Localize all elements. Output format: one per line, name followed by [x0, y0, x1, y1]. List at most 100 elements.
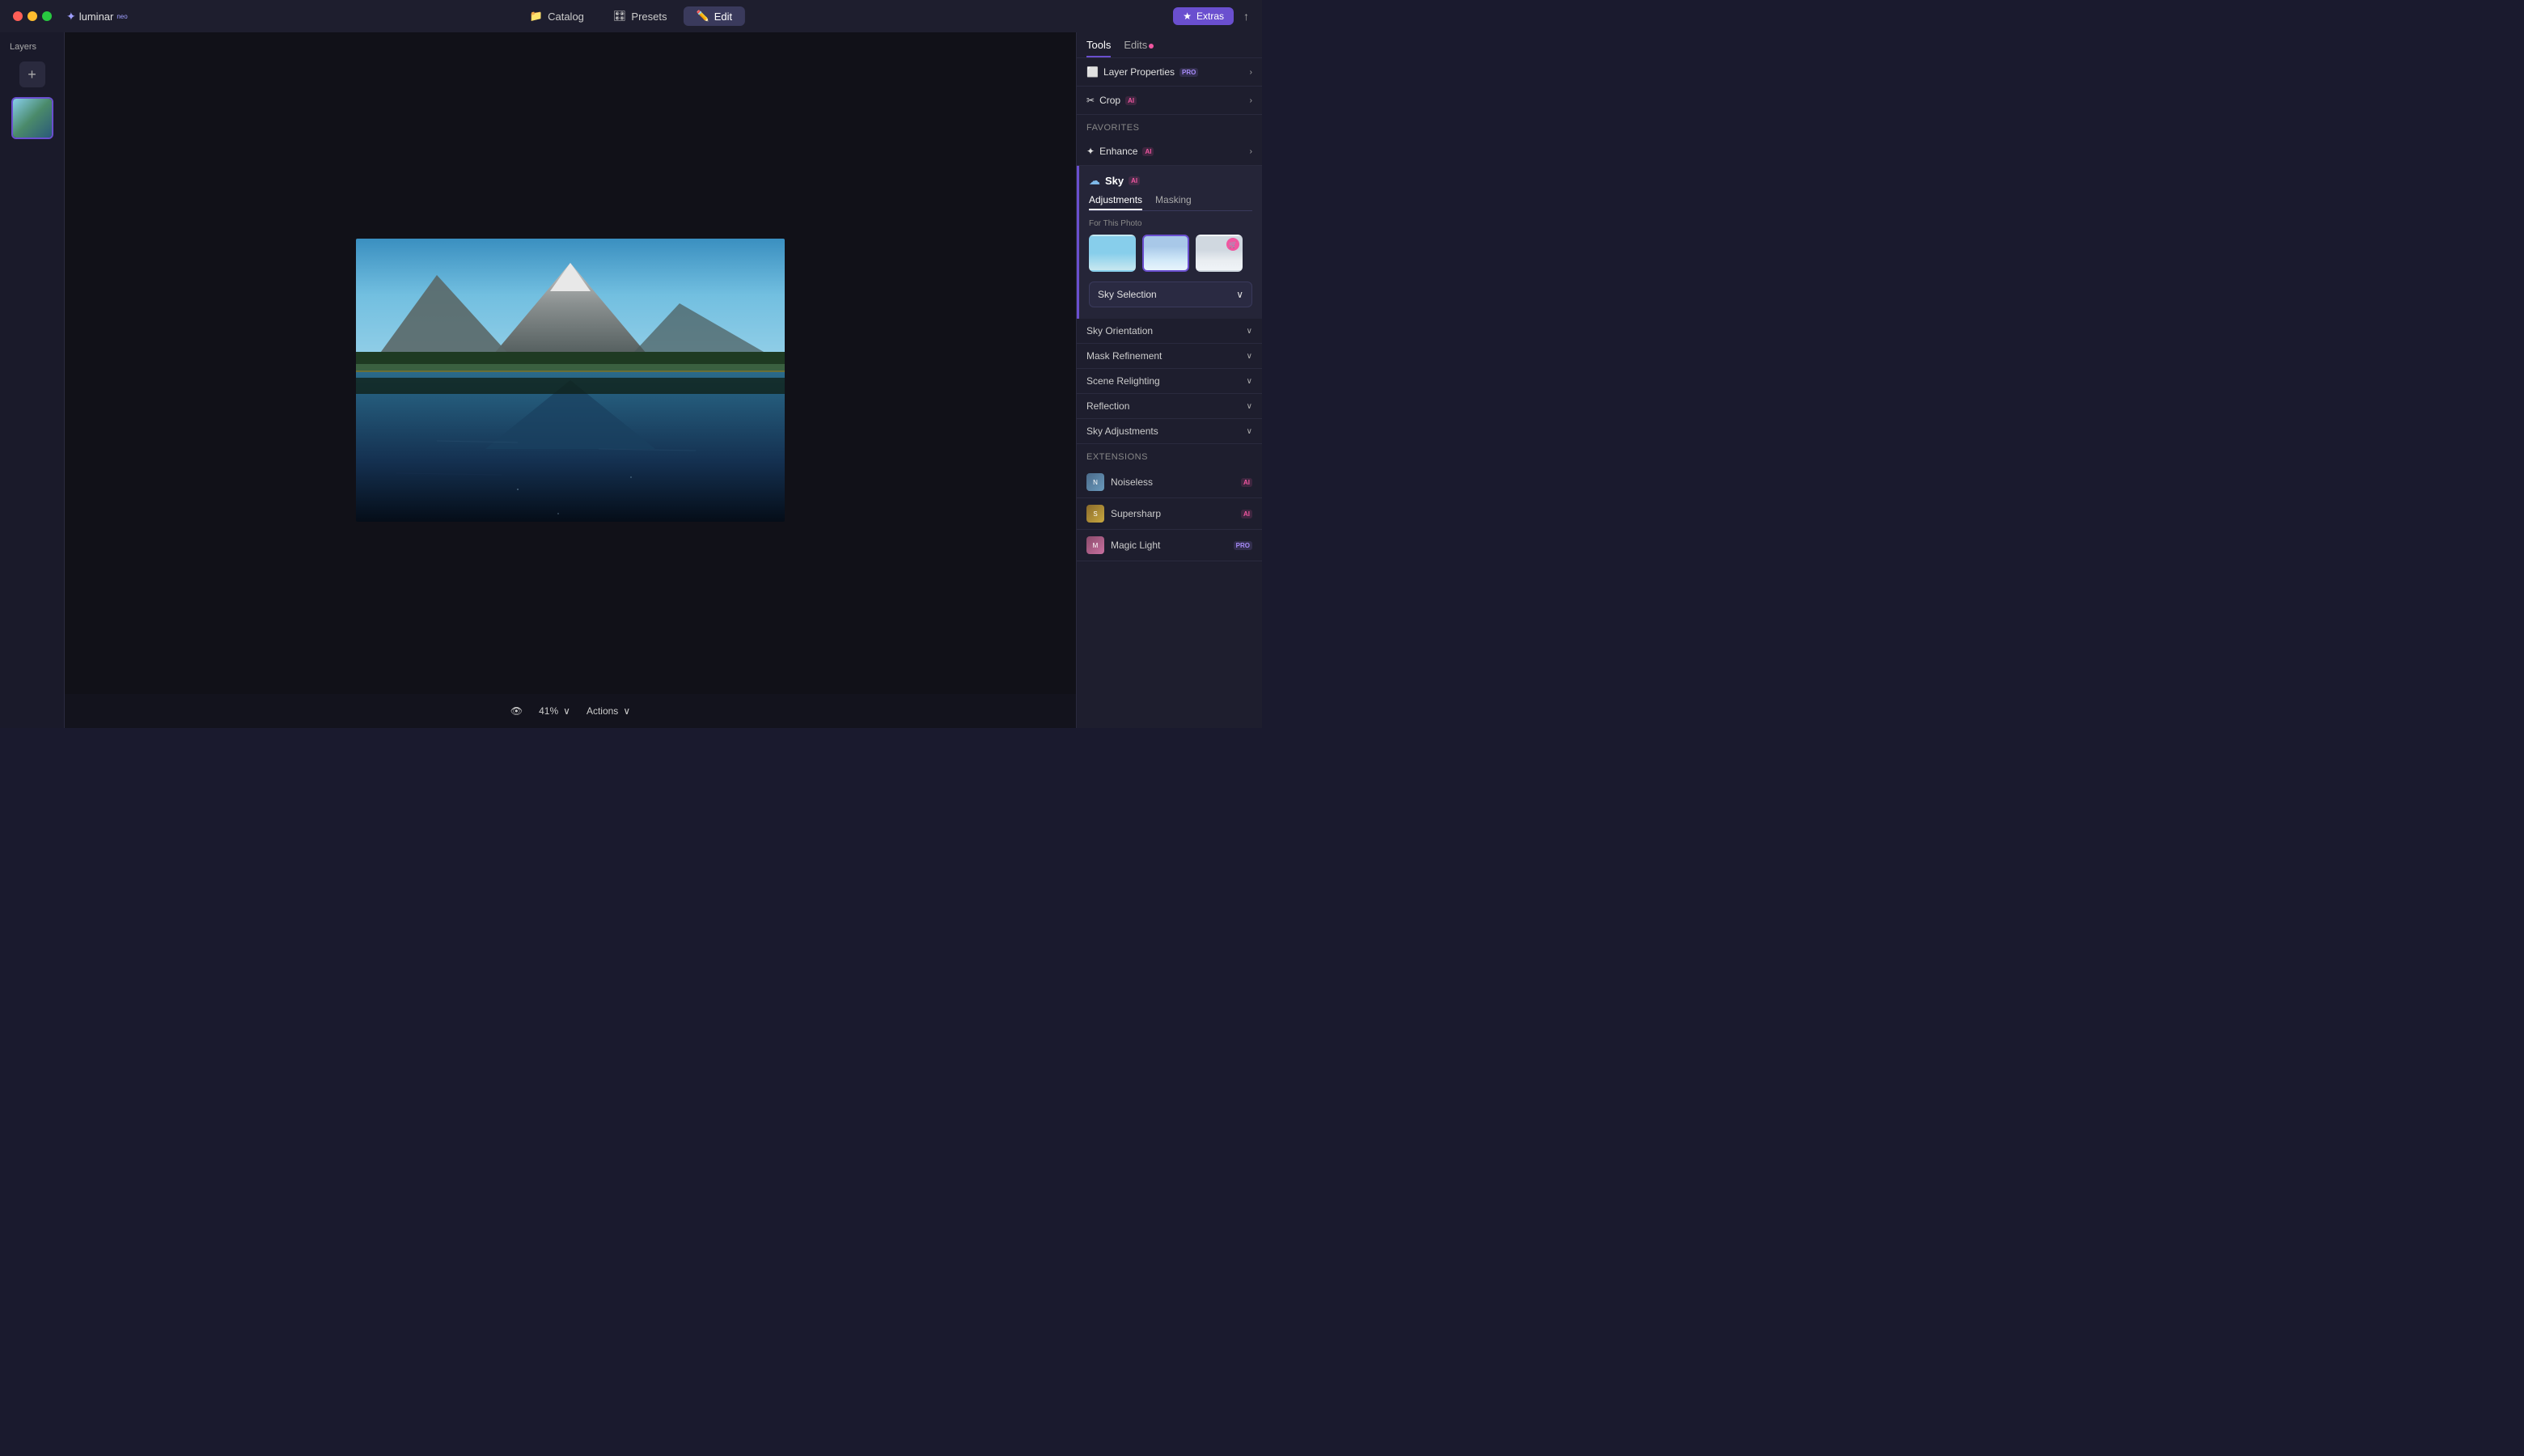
noiseless-ai-badge: AI — [1241, 478, 1252, 487]
minimize-button[interactable] — [28, 11, 37, 21]
sky-selection-dropdown[interactable]: Sky Selection ∨ — [1089, 281, 1252, 307]
magic-light-icon: M — [1086, 536, 1104, 554]
extras-label: Extras — [1196, 11, 1224, 22]
sky-cloud-icon: ☁ — [1089, 174, 1100, 188]
app-name: luminar — [79, 11, 114, 23]
actions-label: Actions — [587, 705, 618, 717]
add-layer-button[interactable]: + — [19, 61, 45, 87]
sky-ai-badge: AI — [1129, 176, 1140, 185]
enhance-header[interactable]: ✦ Enhance AI › — [1086, 146, 1252, 157]
tab-tools[interactable]: Tools — [1086, 39, 1111, 57]
sky-adjustments-sub-label: Sky Adjustments — [1086, 425, 1158, 437]
crop-chevron-icon: › — [1250, 96, 1252, 105]
enhance-label: Enhance — [1099, 146, 1137, 157]
sky-adjustments-label: Adjustments — [1089, 194, 1142, 205]
sky-dropdown-chevron-icon: ∨ — [1236, 289, 1243, 300]
close-button[interactable] — [13, 11, 23, 21]
mask-refinement-chevron-icon: ∨ — [1247, 352, 1252, 361]
main-layout: Layers + — [0, 32, 1262, 728]
presets-label: Presets — [631, 11, 667, 23]
favorites-label: Favorites — [1077, 115, 1262, 138]
catalog-icon: 📁 — [530, 10, 543, 23]
layer-properties-chevron-icon: › — [1250, 68, 1252, 77]
nav-bar: 📁 Catalog 🎛 Presets ✏️ Edit — [517, 6, 745, 26]
layer-properties-label: Layer Properties — [1103, 66, 1175, 78]
app-logo: ✦ luminarneo — [66, 10, 128, 23]
layer-thumbnail[interactable] — [11, 97, 53, 139]
sky-thumbnail-3[interactable]: 🛒 — [1196, 235, 1243, 272]
enhance-chevron-icon: › — [1250, 147, 1252, 156]
catalog-label: Catalog — [548, 11, 584, 23]
titlebar: ✦ luminarneo 📁 Catalog 🎛 Presets ✏️ Edit… — [0, 0, 1262, 32]
crop-section: ✂ Crop AI › — [1077, 87, 1262, 115]
crop-header[interactable]: ✂ Crop AI › — [1086, 95, 1252, 106]
maximize-button[interactable] — [42, 11, 52, 21]
sky-section: ☁ Sky AI Adjustments Masking For This Ph… — [1077, 166, 1262, 319]
traffic-lights — [13, 11, 52, 21]
crop-title: ✂ Crop AI — [1086, 95, 1137, 106]
crop-icon: ✂ — [1086, 95, 1095, 106]
zoom-value: 41% — [539, 705, 558, 717]
edit-icon: ✏️ — [697, 10, 709, 23]
visibility-toggle[interactable]: 👁 — [510, 705, 523, 717]
supersharp-extension[interactable]: S Supersharp AI — [1077, 498, 1262, 530]
sky-thumbnail-2[interactable] — [1142, 235, 1189, 272]
enhance-icon: ✦ — [1086, 146, 1095, 157]
enhance-title: ✦ Enhance AI — [1086, 146, 1154, 157]
edits-dot — [1149, 44, 1154, 49]
sky-adjustments-section[interactable]: Sky Adjustments ∨ — [1077, 419, 1262, 444]
enhance-section: ✦ Enhance AI › — [1077, 138, 1262, 166]
scene-relighting-section[interactable]: Scene Relighting ∨ — [1077, 369, 1262, 394]
supersharp-ai-badge: AI — [1241, 510, 1252, 518]
edit-nav-button[interactable]: ✏️ Edit — [684, 6, 746, 26]
add-icon: + — [28, 66, 36, 83]
eye-icon: 👁 — [510, 705, 523, 717]
reflection-label: Reflection — [1086, 400, 1129, 412]
app-superscript: neo — [116, 13, 127, 20]
magic-light-pro-badge: PRO — [1234, 541, 1252, 550]
sky-selection-label: Sky Selection — [1098, 289, 1157, 300]
reflection-chevron-icon: ∨ — [1247, 402, 1252, 411]
sky-orientation-label: Sky Orientation — [1086, 325, 1153, 336]
sky-masking-label: Masking — [1155, 194, 1192, 205]
mask-refinement-section[interactable]: Mask Refinement ∨ — [1077, 344, 1262, 369]
supersharp-icon: S — [1086, 505, 1104, 523]
extras-button[interactable]: ★ Extras — [1173, 7, 1234, 25]
magic-light-extension[interactable]: M Magic Light PRO — [1077, 530, 1262, 561]
catalog-nav-button[interactable]: 📁 Catalog — [517, 6, 597, 26]
presets-nav-button[interactable]: 🎛 Presets — [600, 6, 680, 26]
mask-refinement-label: Mask Refinement — [1086, 350, 1162, 362]
photo-canvas — [356, 239, 785, 522]
scene-relighting-label: Scene Relighting — [1086, 375, 1160, 387]
panel-tabs: Tools Edits — [1077, 32, 1262, 58]
actions-menu[interactable]: Actions ∨ — [587, 705, 630, 717]
sky-orientation-section[interactable]: Sky Orientation ∨ — [1077, 319, 1262, 344]
sky-adjustments-chevron-icon: ∨ — [1247, 427, 1252, 436]
luminar-icon: ✦ — [66, 10, 76, 23]
canvas-area: 👁 41% ∨ Actions ∨ — [65, 32, 1076, 728]
noiseless-icon: N — [1086, 473, 1104, 491]
canvas-toolbar: 👁 41% ∨ Actions ∨ — [65, 694, 1076, 728]
extensions-label: Extensions — [1077, 444, 1262, 467]
reflection-section[interactable]: Reflection ∨ — [1077, 394, 1262, 419]
sky-tab-masking[interactable]: Masking — [1155, 194, 1192, 210]
sky-thumbnails: 🛒 — [1089, 235, 1252, 272]
share-icon[interactable]: ↑ — [1243, 10, 1249, 23]
tab-edits[interactable]: Edits — [1124, 39, 1154, 57]
layer-properties-title: ⬜ Layer Properties PRO — [1086, 66, 1198, 78]
supersharp-label: Supersharp — [1111, 508, 1161, 519]
layer-properties-icon: ⬜ — [1086, 66, 1099, 78]
sky-tab-adjustments[interactable]: Adjustments — [1089, 194, 1142, 210]
extras-star-icon: ★ — [1183, 11, 1192, 22]
zoom-chevron-icon: ∨ — [563, 705, 570, 717]
actions-chevron-icon: ∨ — [623, 705, 630, 717]
enhance-ai-badge: AI — [1142, 147, 1154, 156]
sky-thumbnail-1[interactable] — [1089, 235, 1136, 272]
zoom-control[interactable]: 41% ∨ — [539, 705, 570, 717]
layer-properties-header[interactable]: ⬜ Layer Properties PRO › — [1086, 66, 1252, 78]
edit-label: Edit — [714, 11, 732, 23]
edits-tab-label: Edits — [1124, 39, 1147, 51]
noiseless-extension[interactable]: N Noiseless AI — [1077, 467, 1262, 498]
sky-orientation-chevron-icon: ∨ — [1247, 327, 1252, 336]
layer-properties-section: ⬜ Layer Properties PRO › — [1077, 58, 1262, 87]
